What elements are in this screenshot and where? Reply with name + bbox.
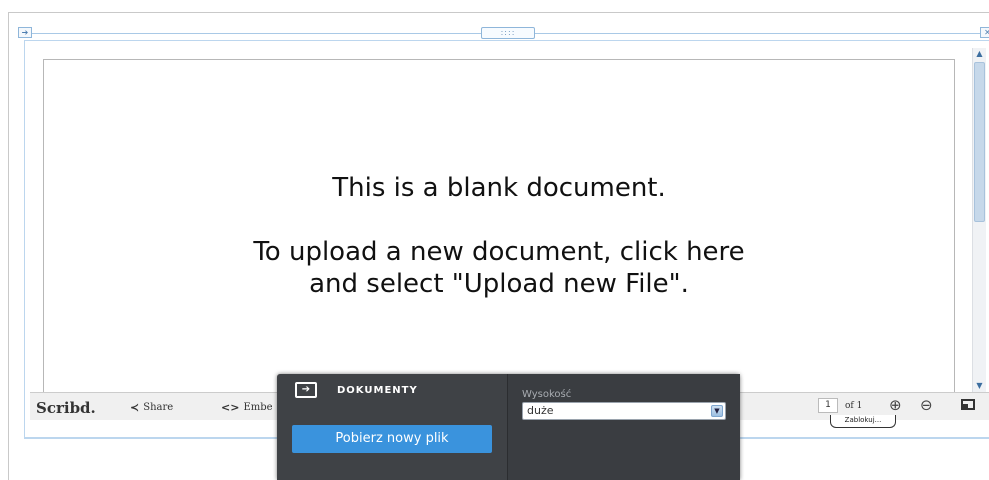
scroll-down-icon[interactable]: ▼: [973, 380, 986, 392]
zoom-in-icon[interactable]: ⊕: [889, 396, 902, 414]
embed-icon: <>: [221, 401, 240, 414]
upload-new-file-button[interactable]: Pobierz nowy plik: [292, 425, 492, 453]
close-icon[interactable]: ✕: [980, 27, 989, 38]
share-button[interactable]: ≺ Share: [130, 401, 173, 414]
chevron-down-icon[interactable]: ▼: [711, 405, 723, 417]
page-number-input[interactable]: 1: [818, 398, 838, 413]
zoom-out-icon[interactable]: ⊖: [920, 396, 933, 414]
lock-tooltip: Zablokuj...: [830, 415, 896, 428]
page-total: of 1: [845, 401, 863, 411]
document-page[interactable]: This is a blank document. To upload a ne…: [43, 59, 955, 393]
height-label: Wysokość: [522, 389, 572, 400]
documents-panel: ➔ DOKUMENTY Pobierz nowy plik Wysokość d…: [277, 374, 740, 480]
blank-document-title: This is a blank document.: [332, 173, 666, 203]
embed-label: Embe: [243, 402, 273, 413]
documents-panel-left: ➔ DOKUMENTY Pobierz nowy plik: [277, 374, 508, 480]
expand-left-icon[interactable]: ➔: [18, 27, 32, 38]
scroll-up-icon[interactable]: ▲: [973, 48, 986, 60]
drag-grip-icon: ::::: [500, 28, 516, 37]
embed-button[interactable]: <> Embe: [221, 401, 273, 414]
height-select[interactable]: duże ▼: [522, 402, 726, 420]
documents-panel-right: Wysokość duże ▼: [508, 374, 740, 480]
share-label: Share: [143, 402, 174, 413]
scribd-logo[interactable]: Scribd.: [36, 399, 96, 417]
scroll-thumb[interactable]: [974, 62, 985, 222]
share-icon: ≺: [130, 401, 140, 414]
fullscreen-icon[interactable]: [961, 399, 975, 410]
drag-handle[interactable]: ::::: [481, 27, 535, 39]
document-import-icon: ➔: [295, 382, 317, 398]
vertical-scrollbar[interactable]: ▲ ▼: [972, 48, 986, 392]
panel-header-label: DOKUMENTY: [337, 385, 418, 396]
height-select-value: duże: [527, 404, 554, 417]
upload-instructions[interactable]: To upload a new document, click here and…: [44, 236, 954, 300]
